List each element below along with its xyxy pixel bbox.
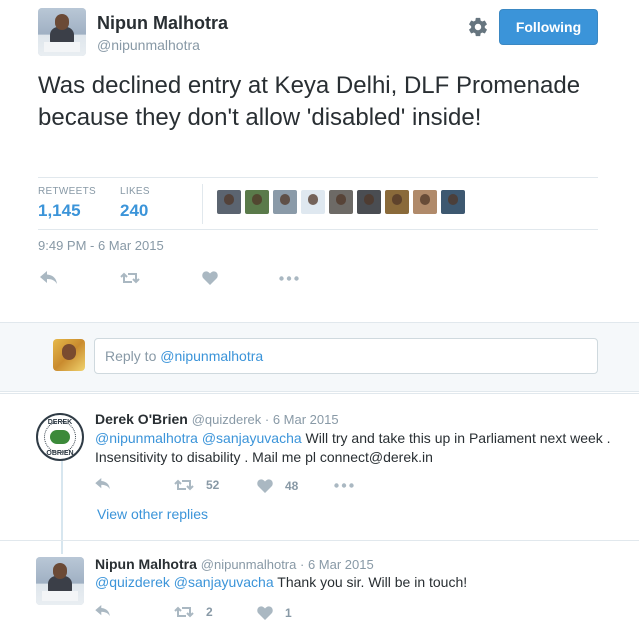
reply-thread [0,393,639,394]
retweets-count: 1,145 [38,201,81,220]
tweet-text: Was declined entry at Keya Delhi, DLF Pr… [38,72,581,131]
reply-placeholder-mention: @nipunmalhotra [160,348,264,364]
liker-avatar[interactable] [273,190,297,214]
retweets-stat[interactable]: RETWEETS 1,145 [38,186,96,221]
liker-avatar[interactable] [329,190,353,214]
liker-avatar[interactable] [301,190,325,214]
liker-avatar[interactable] [441,190,465,214]
more-icon[interactable] [279,276,299,281]
more-icon[interactable] [334,483,354,488]
retweet-count: 2 [206,605,213,619]
reply-mentions[interactable]: @nipunmalhotra @sanjayuvacha [95,430,302,446]
reply-icon[interactable] [40,271,58,285]
likes-label: LIKES [120,186,150,197]
reply-body: Thank you sir. Will be in touch! [273,574,468,590]
reply-header: Derek O'Brien @quizderek · 6 Mar 2015 [95,411,339,427]
tweet-timestamp[interactable]: 9:49 PM - 6 Mar 2015 [38,238,164,253]
reply-author-handle[interactable]: @quizderek [192,412,262,427]
avatar-letters-bottom: OBRIEN [46,450,74,457]
reply-avatar-derek[interactable]: DEREK OBRIEN [36,413,84,461]
reply-text: @nipunmalhotra @sanjayuvacha Will try an… [95,429,615,467]
reply-input[interactable]: Reply to @nipunmalhotra [94,338,598,374]
reply-composer: Reply to @nipunmalhotra [0,322,639,392]
stats-divider-top [38,177,598,178]
likes-count: 240 [120,201,149,220]
likes-stat[interactable]: LIKES 240 [120,186,150,221]
reply-author-name[interactable]: Derek O'Brien [95,411,188,427]
view-other-replies-link[interactable]: View other replies [97,506,208,522]
heart-icon [257,479,273,493]
author-handle[interactable]: @nipunmalhotra [97,37,200,53]
retweet-action[interactable]: 2 [174,604,213,620]
liker-avatar[interactable] [217,190,241,214]
reply-date[interactable]: 6 Mar 2015 [308,557,374,572]
reply-divider [0,540,639,541]
following-button[interactable]: Following [499,9,598,45]
reply-mentions[interactable]: @quizderek @sanjayuvacha [95,574,274,590]
retweet-count: 52 [206,478,220,492]
reply-icon[interactable] [95,478,111,490]
reply-placeholder-prefix: Reply to [105,348,161,364]
liker-avatar[interactable] [385,190,409,214]
author-name[interactable]: Nipun Malhotra [97,13,228,34]
reply-text: @quizderek @sanjayuvacha Thank you sir. … [95,573,615,592]
liker-avatar[interactable] [245,190,269,214]
author-avatar[interactable] [38,8,86,56]
reply-date[interactable]: 6 Mar 2015 [273,412,339,427]
retweet-icon [174,478,194,492]
gear-icon[interactable] [467,16,489,38]
reply-avatar-nipun[interactable] [36,557,84,605]
current-user-avatar [53,339,85,371]
stats-divider-bottom [38,229,598,230]
retweets-label: RETWEETS [38,186,96,197]
reply-author-name[interactable]: Nipun Malhotra [95,556,197,572]
retweet-icon[interactable] [120,271,140,285]
like-action[interactable]: 1 [257,605,292,621]
heart-icon[interactable] [202,271,218,285]
reply-separator: · [261,412,273,427]
retweet-action[interactable]: 52 [174,477,219,493]
stats-divider-vertical [202,184,203,224]
main-tweet: Nipun Malhotra @nipunmalhotra Following … [0,0,639,322]
liker-avatar[interactable] [357,190,381,214]
like-action[interactable]: 48 [257,478,298,494]
retweet-icon [174,605,194,619]
reply-icon[interactable] [95,605,111,617]
liker-avatars [217,190,465,214]
like-count: 1 [285,606,292,620]
reply-separator: · [296,557,308,572]
liker-avatar[interactable] [413,190,437,214]
reply-author-handle[interactable]: @nipunmalhotra [201,557,297,572]
reply-header: Nipun Malhotra @nipunmalhotra · 6 Mar 20… [95,556,374,572]
heart-icon [257,606,273,620]
like-count: 48 [285,479,299,493]
